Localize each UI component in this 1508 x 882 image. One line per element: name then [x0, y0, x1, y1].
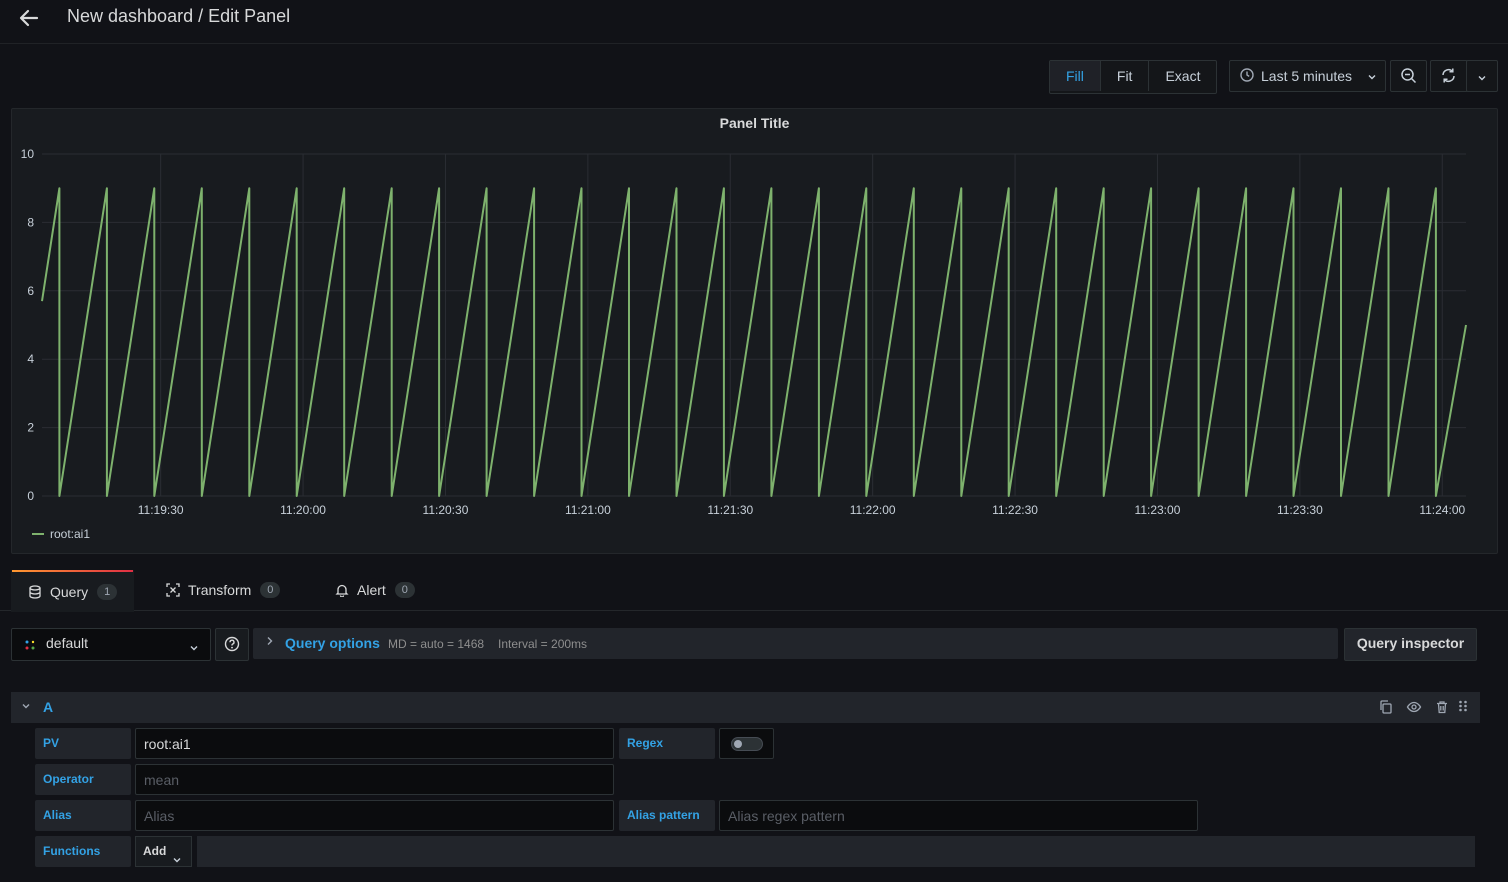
query-row-header: A — [11, 692, 1480, 723]
time-picker-button[interactable]: Last 5 minutes — [1229, 60, 1386, 92]
y-tick-label: 10 — [21, 147, 35, 161]
pv-label: PV — [35, 728, 131, 759]
y-tick-label: 0 — [27, 489, 34, 503]
query-options-label: Query options — [285, 635, 380, 651]
chevron-down-icon — [1367, 69, 1377, 85]
bell-icon — [335, 583, 349, 598]
back-arrow-icon[interactable] — [17, 6, 41, 30]
chevron-down-icon — [1477, 70, 1487, 86]
alias-pattern-input[interactable] — [719, 800, 1198, 831]
max-data-points-info: MD = auto = 1468 — [388, 637, 485, 651]
pv-input[interactable] — [135, 728, 614, 759]
refresh-button[interactable] — [1430, 60, 1468, 92]
x-tick-label: 11:22:00 — [850, 503, 896, 517]
chevron-down-icon — [172, 847, 182, 876]
count-badge: 1 — [97, 584, 118, 600]
transform-icon — [166, 583, 180, 597]
operator-input[interactable] — [135, 764, 614, 795]
count-badge: 0 — [260, 582, 281, 598]
refresh-icon — [1440, 67, 1457, 87]
alias-input[interactable] — [135, 800, 614, 831]
query-inspector-button[interactable]: Query inspector — [1344, 628, 1477, 661]
x-tick-label: 11:22:30 — [992, 503, 1038, 517]
page-title: New dashboard / Edit Panel — [67, 6, 291, 26]
query-options-toggle[interactable]: Query options MD = auto = 1468 Interval … — [253, 628, 1338, 659]
exact-button[interactable]: Exact — [1148, 61, 1216, 91]
y-tick-label: 2 — [27, 421, 34, 435]
duplicate-icon[interactable] — [1378, 699, 1394, 715]
x-tick-label: 11:21:30 — [707, 503, 753, 517]
toggle-knob — [734, 740, 742, 748]
line-chart: 0 2 4 6 8 10 11:19:30 11:20:00 11:20:30 11:21:00 1… — [21, 147, 1467, 517]
functions-area — [197, 836, 1475, 867]
x-tick-label: 11:20:30 — [423, 503, 469, 517]
x-tick-label: 11:19:30 — [138, 503, 184, 517]
legend-label: root:ai1 — [50, 527, 91, 541]
x-tick-label: 11:21:00 — [565, 503, 611, 517]
x-tick-label: 11:23:30 — [1277, 503, 1323, 517]
toggle-switch — [731, 737, 763, 751]
alias-pattern-label: Alias pattern — [619, 800, 715, 831]
fill-button[interactable]: Fill — [1050, 61, 1100, 91]
legend[interactable]: root:ai1 — [32, 527, 90, 541]
series-line — [41, 187, 1467, 497]
datasource-icon — [24, 638, 38, 655]
query-ref-id[interactable]: A — [43, 699, 53, 715]
datasource-select[interactable]: default — [11, 628, 211, 661]
x-tick-label: 11:23:00 — [1135, 503, 1181, 517]
add-function-button[interactable]: Add — [135, 836, 192, 867]
fit-button[interactable]: Fit — [1099, 61, 1149, 91]
refresh-interval-dropdown[interactable] — [1466, 60, 1498, 92]
zoom-out-button[interactable] — [1390, 60, 1427, 92]
question-circle-icon — [224, 636, 240, 655]
drag-handle-icon[interactable] — [1457, 699, 1473, 715]
tab-query[interactable]: Query 1 — [11, 570, 134, 612]
x-tick-label: 11:20:00 — [280, 503, 326, 517]
top-bar: New dashboard / Edit Panel — [0, 0, 1508, 44]
tab-label: Transform — [188, 582, 252, 598]
eye-icon[interactable] — [1406, 699, 1422, 715]
y-tick-label: 8 — [27, 215, 34, 229]
y-tick-label: 4 — [27, 352, 34, 366]
functions-label: Functions — [35, 836, 131, 867]
tab-label: Query — [50, 584, 89, 600]
datasource-name: default — [46, 635, 89, 651]
tab-label: Alert — [357, 582, 386, 598]
y-tick-label: 6 — [27, 284, 34, 298]
regex-label: Regex — [619, 728, 715, 759]
chevron-down-icon — [189, 640, 199, 656]
graph-panel: Panel Title 0 2 4 6 8 10 11:19:30 11:20:00 11:20… — [11, 108, 1498, 554]
collapse-chevron-icon[interactable] — [21, 699, 31, 716]
view-mode-group: Fill Fit Exact — [1049, 60, 1218, 94]
count-badge: 0 — [394, 582, 415, 598]
add-label: Add — [143, 844, 167, 858]
regex-toggle[interactable] — [719, 728, 774, 759]
clock-icon — [1240, 68, 1254, 85]
legend-swatch — [32, 533, 44, 535]
tab-alert[interactable]: Alert 0 — [335, 570, 415, 610]
x-tick-label: 11:24:00 — [1419, 503, 1465, 517]
zoom-out-icon — [1400, 67, 1417, 87]
interval-info: Interval = 200ms — [498, 637, 588, 651]
trash-icon[interactable] — [1434, 699, 1450, 715]
operator-label: Operator — [35, 764, 131, 795]
time-range-label: Last 5 minutes — [1261, 68, 1353, 84]
editor-tabs: Query 1 Transform 0 Alert 0 — [0, 570, 1508, 612]
tab-transform[interactable]: Transform 0 — [166, 570, 281, 610]
chevron-right-icon — [265, 634, 275, 651]
database-icon — [28, 585, 42, 599]
alias-label: Alias — [35, 800, 131, 831]
help-button[interactable] — [215, 628, 249, 661]
